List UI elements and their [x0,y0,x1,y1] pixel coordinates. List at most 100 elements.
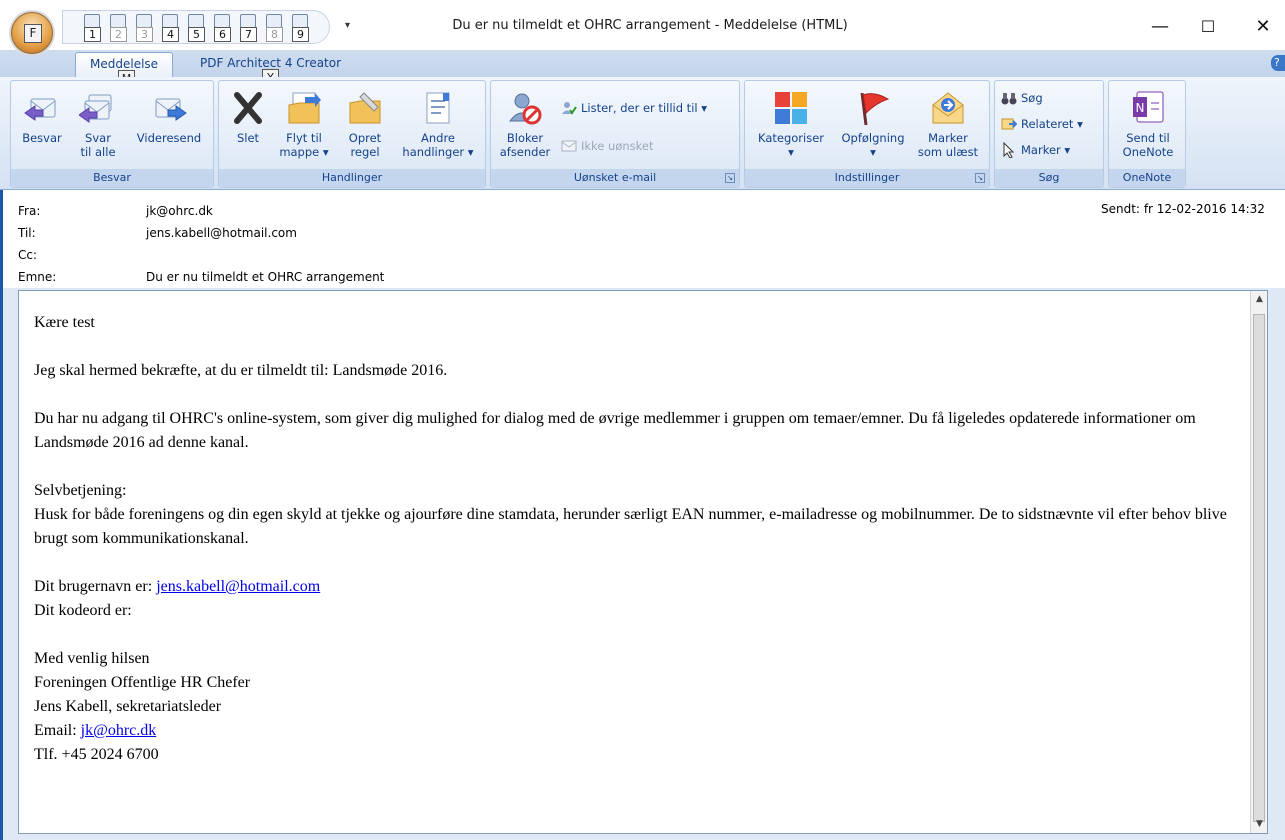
create-rule-icon [346,89,384,127]
reply-button[interactable]: Besvar [15,89,69,145]
other-actions-label-1: Andre [420,131,455,145]
follow-up-button[interactable]: Opfølgning ▾ [831,89,915,159]
title-bar: F 123456789 ▾ Du er nu tilmeldt et OHRC … [0,0,1285,54]
related-label: Relateret ▾ [1021,117,1083,131]
reply-all-label-2: til alle [80,145,116,159]
scrollbar-thumb[interactable] [1253,314,1265,822]
qat-keytip: 8 [266,27,283,42]
move-to-folder-button[interactable]: Flyt til mappe ▾ [273,89,335,159]
group-besvar: Besvar Svar til alle Videresend Besvar [10,80,214,188]
forward-icon [150,89,188,127]
username-link[interactable]: jens.kabell@hotmail.com [156,578,320,595]
vertical-scrollbar[interactable]: ▲ ▼ [1250,291,1267,833]
message-body: Kære test Jeg skal hermed bekræfte, at d… [34,311,1244,791]
qat-button[interactable]: 9 [289,12,312,42]
password-label: Dit kodeord er: [34,602,132,619]
other-actions-label-2: handlinger ▾ [402,145,474,159]
reply-all-button[interactable]: Svar til alle [71,89,125,159]
credentials-paragraph: Dit brugernavn er: jens.kabell@hotmail.c… [34,575,1244,623]
from-value[interactable]: jk@ohrc.dk [146,202,213,220]
find-button[interactable]: Søg [1001,87,1043,109]
send-to-onenote-button[interactable]: N Send til OneNote [1113,89,1183,159]
delete-label: Slet [236,131,260,145]
email-link[interactable]: jk@ohrc.dk [81,722,157,739]
cursor-icon [1001,141,1017,159]
phone: Tlf. +45 2024 6700 [34,746,159,763]
tab-pdf-architect-label: PDF Architect 4 Creator [200,56,342,70]
safe-lists-button[interactable]: Lister, der er tillid til ▾ [561,97,707,119]
forward-label: Videresend [136,131,202,145]
qat-button[interactable]: 5 [185,12,208,42]
sent-value: fr 12-02-2016 14:32 [1143,202,1265,216]
other-actions-button[interactable]: Andre handlinger ▾ [393,89,483,159]
create-rule-label-2: regel [350,145,380,159]
minimize-button[interactable]: — [1137,12,1183,42]
to-value[interactable]: jens.kabell@hotmail.com [146,224,297,242]
access-paragraph: Du har nu adgang til OHRC's online-syste… [34,410,1196,451]
move-to-folder-icon [285,89,323,127]
tab-meddelelse-label: Meddelelse [90,57,159,71]
greeting: Kære test [34,314,95,331]
qat-keytip: 3 [136,27,153,42]
qat-keytip: 2 [110,27,127,42]
self-service-text: Husk for både foreningens og din egen sk… [34,506,1227,547]
qat-button[interactable]: 2 [107,12,130,42]
reply-label: Besvar [22,131,62,145]
select-button[interactable]: Marker ▾ [1001,139,1070,161]
office-button[interactable]: F [11,12,53,54]
block-sender-label-2: afsender [499,145,551,159]
qat-button[interactable]: 3 [133,12,156,42]
group-indstillinger: Kategoriser ▾ Opfølgning ▾ Marker som ul… [744,80,990,188]
self-service-title: Selvbetjening: [34,482,127,499]
confirmation-paragraph: Jeg skal hermed bekræfte, at du er tilme… [34,362,448,379]
block-sender-label-1: Bloker [506,131,544,145]
indstillinger-dialog-launcher[interactable]: ↘ [975,173,985,183]
categorize-button[interactable]: Kategoriser ▾ [749,89,833,159]
tab-meddelelse[interactable]: Meddelelse M [75,52,174,87]
qat-command-icon [110,14,126,28]
group-besvar-label: Besvar [11,169,213,187]
qat-command-icon [136,14,152,28]
qat-button[interactable]: 8 [263,12,286,42]
qat-button[interactable]: 1 [81,12,104,42]
qat-button[interactable]: 7 [237,12,260,42]
qat-button[interactable]: 4 [159,12,182,42]
sent-row: Sendt: fr 12-02-2016 14:32 [1101,202,1265,216]
username-label: Dit brugernavn er: [34,578,157,595]
uonsket-email-dialog-launcher[interactable]: ↘ [725,173,735,183]
sent-label: Sendt: [1101,202,1140,216]
maximize-button[interactable]: ☐ [1185,12,1231,42]
group-sog: Søg Relateret ▾ Marker ▾ Søg [994,80,1104,188]
follow-up-label-2: ▾ [870,145,876,159]
scroll-down-arrow-icon[interactable]: ▼ [1251,816,1268,833]
subject-label: Emne: [18,270,57,284]
create-rule-button[interactable]: Opret regel [337,89,393,159]
quick-access-toolbar: 123456789 [62,10,330,44]
select-label: Marker ▾ [1021,143,1071,157]
email-label: Email: [34,722,81,739]
reply-icon [23,89,61,127]
not-junk-button[interactable]: Ikke uønsket [561,135,653,157]
related-button[interactable]: Relateret ▾ [1001,113,1083,135]
delete-button[interactable]: Slet [223,89,273,145]
qat-command-icon [162,14,178,28]
qat-button[interactable]: 6 [211,12,234,42]
help-icon[interactable]: ? [1271,55,1285,71]
scroll-up-arrow-icon[interactable]: ▲ [1251,291,1268,308]
forward-button[interactable]: Videresend [129,89,209,145]
close-button[interactable]: ✕ [1240,12,1285,42]
mark-unread-button[interactable]: Marker som ulæst [911,89,985,159]
organization: Foreningen Offentlige HR Chefer [34,674,251,691]
mark-unread-label-1: Marker [928,131,968,145]
group-indstillinger-label: Indstillinger [745,169,989,187]
onenote-icon: N [1129,89,1167,127]
reply-all-label-1: Svar [85,131,111,145]
block-sender-button[interactable]: Bloker afsender [495,89,555,159]
message-body-pane[interactable]: Kære test Jeg skal hermed bekræfte, at d… [18,290,1268,834]
other-actions-icon [419,89,457,127]
tab-pdf-architect[interactable]: PDF Architect 4 Creator Y [186,52,355,86]
group-onenote: N Send til OneNote OneNote [1108,80,1186,188]
signer: Jens Kabell, sekretariatsleder [34,698,222,715]
create-rule-label-1: Opret [348,131,382,145]
from-label: Fra: [18,204,41,218]
